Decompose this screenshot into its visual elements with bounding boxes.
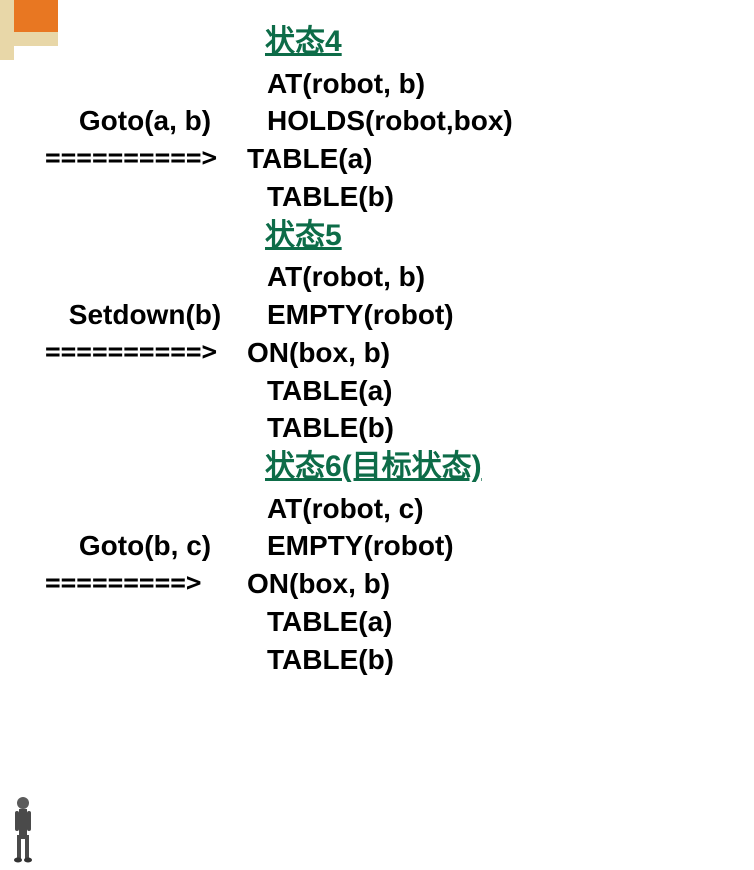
predicate: EMPTY(robot): [245, 296, 645, 334]
transition-arrow: =========>: [45, 565, 245, 601]
person-figure-icon: [8, 795, 36, 863]
action-label: Goto(a, b): [45, 102, 245, 140]
state-block-5: 状态5 x Setdown(b) ==========> AT(robot, b…: [45, 216, 645, 447]
state-block-6: 状态6(目标状态) x Goto(b, c) =========> AT(rob…: [45, 447, 645, 678]
predicate: TABLE(a): [245, 603, 645, 641]
predicate: AT(robot, b): [245, 65, 645, 103]
state-title: 状态6(目标状态): [265, 447, 645, 488]
predicate: EMPTY(robot): [245, 527, 645, 565]
state-title: 状态5: [265, 216, 645, 257]
predicate: AT(robot, c): [245, 490, 645, 528]
state-block-4: 状态4 x Goto(a, b) ==========> AT(robot, b…: [45, 22, 645, 216]
predicate: TABLE(b): [245, 641, 645, 679]
state-title: 状态4: [265, 22, 645, 63]
predicate: HOLDS(robot,box): [245, 102, 645, 140]
action-label: Goto(b, c): [45, 527, 245, 565]
action-label: Setdown(b): [45, 296, 245, 334]
transition-arrow: ==========>: [45, 140, 245, 176]
tan-vertical-bar: [0, 0, 14, 60]
predicate: ON(box, b): [245, 565, 645, 603]
predicate: TABLE(a): [245, 372, 645, 410]
slide-content: 状态4 x Goto(a, b) ==========> AT(robot, b…: [45, 22, 645, 679]
predicate: TABLE(a): [245, 140, 645, 178]
predicate: ON(box, b): [245, 334, 645, 372]
predicate: TABLE(b): [245, 178, 645, 216]
predicate: AT(robot, b): [245, 258, 645, 296]
transition-arrow: ==========>: [45, 334, 245, 370]
predicate: TABLE(b): [245, 409, 645, 447]
